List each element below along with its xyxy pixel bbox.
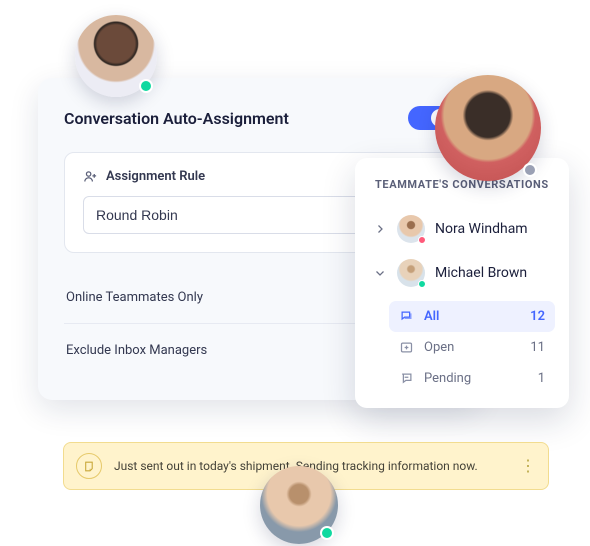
filter-count: 1 — [538, 371, 545, 386]
setting-label: Online Teammates Only — [66, 290, 203, 305]
teammate-row-nora[interactable]: Nora Windham — [369, 207, 555, 251]
avatar — [435, 75, 541, 181]
rule-label-text: Assignment Rule — [106, 169, 205, 184]
filter-open[interactable]: Open 11 — [389, 332, 555, 363]
status-dot-online — [418, 280, 426, 288]
avatar — [397, 215, 425, 243]
filter-pending[interactable]: Pending 1 — [389, 363, 555, 394]
status-dot-online — [320, 526, 334, 540]
teammates-title: TEAMMATE'S CONVERSATIONS — [369, 178, 555, 191]
chat-minus-icon — [399, 371, 414, 386]
teammate-name: Michael Brown — [435, 265, 527, 281]
filter-count: 11 — [530, 340, 545, 355]
conversation-filters: All 12 Open 11 Pending 1 — [389, 301, 555, 394]
avatar — [397, 259, 425, 287]
filter-label: All — [424, 309, 439, 324]
settings-title: Conversation Auto-Assignment — [64, 109, 289, 128]
more-menu-icon[interactable]: ⋮ — [520, 464, 536, 468]
filter-label: Open — [424, 340, 454, 355]
note-icon — [76, 453, 102, 479]
status-dot-away — [523, 163, 537, 177]
chevron-right-icon — [373, 222, 387, 236]
filter-all[interactable]: All 12 — [389, 301, 555, 332]
status-dot-online — [139, 79, 153, 93]
filter-label: Pending — [424, 371, 471, 386]
avatar — [75, 15, 157, 97]
chat-icon — [399, 309, 414, 324]
inbox-plus-icon — [399, 340, 414, 355]
teammate-row-michael[interactable]: Michael Brown — [369, 251, 555, 295]
teammate-name: Nora Windham — [435, 221, 528, 237]
chevron-down-icon — [373, 266, 387, 280]
person-plus-icon — [83, 169, 98, 184]
avatar — [260, 466, 338, 544]
filter-count: 12 — [530, 309, 545, 324]
teammates-panel: TEAMMATE'S CONVERSATIONS Nora Windham Mi… — [355, 158, 569, 408]
settings-header: Conversation Auto-Assignment — [64, 106, 452, 130]
status-dot-busy — [418, 236, 426, 244]
setting-label: Exclude Inbox Managers — [66, 343, 207, 358]
